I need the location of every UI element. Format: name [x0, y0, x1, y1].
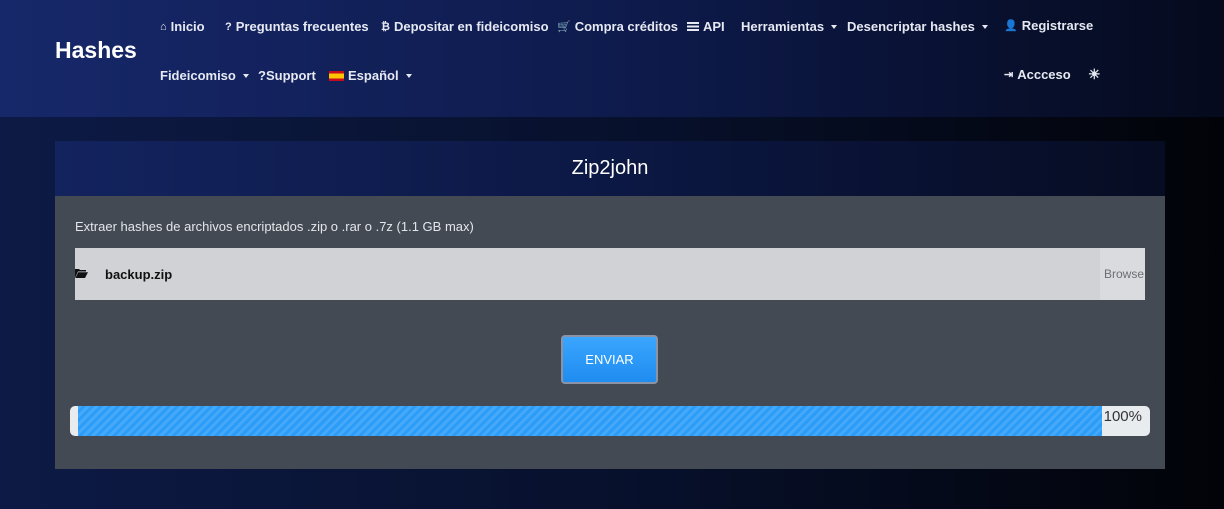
nav-escrow-deposit-label: Depositar en fideicomiso	[393, 19, 549, 34]
card-header: Zip2john	[55, 141, 1165, 196]
nav-login[interactable]: ⇥ Accceso	[1004, 67, 1071, 82]
nav-inicio[interactable]: ⌂ Inicio	[160, 19, 205, 34]
nav-decrypt-label: Desencriptar hashes	[847, 19, 975, 34]
submit-button[interactable]: ENVIAR	[561, 335, 658, 384]
nav-support-label: Support	[265, 68, 316, 83]
upload-progress: 100%	[70, 406, 1150, 436]
nav-escrow-dropdown[interactable]: Fideicomiso	[160, 68, 249, 83]
login-icon: ⇥	[1004, 69, 1014, 81]
list-icon	[687, 22, 699, 31]
nav-tools-label: Herramientas	[741, 19, 825, 34]
nav-register-label: Registrarse	[1021, 18, 1094, 33]
theme-toggle[interactable]: ☀	[1088, 66, 1101, 83]
nav-inicio-label: Inicio	[170, 19, 205, 34]
nav-escrow-label: Fideicomiso	[160, 68, 236, 83]
bitcoin-icon: ₿	[381, 20, 390, 33]
nav-escrow-deposit[interactable]: ₿ Depositar en fideicomiso	[381, 19, 549, 34]
nav-login-label: Accceso	[1017, 67, 1071, 82]
nav-api-label: API	[703, 19, 725, 34]
brand-logo[interactable]: Hashes	[55, 37, 137, 64]
sun-icon: ☀	[1088, 66, 1101, 82]
caret-down-icon	[242, 73, 249, 78]
home-icon: ⌂	[160, 20, 167, 33]
nav-tools-dropdown[interactable]: Herramientas	[741, 19, 838, 34]
folder-open-icon	[75, 269, 88, 278]
card-title: Zip2john	[571, 157, 649, 179]
nav-faq-label: Preguntas frecuentes	[235, 19, 369, 34]
file-input[interactable]: backup.zip Browse	[75, 248, 1145, 300]
cart-icon: 🛒	[557, 21, 571, 33]
top-navbar: Hashes ⌂ Inicio ? Preguntas frecuentes ₿…	[0, 0, 1224, 117]
zip2john-card: Zip2john Extraer hashes de archivos encr…	[55, 141, 1165, 469]
selected-file-name: backup.zip	[105, 266, 173, 282]
user-plus-icon: 👤	[1004, 20, 1018, 32]
spain-flag-icon	[329, 70, 344, 81]
question-icon: ?	[225, 20, 232, 33]
nav-language-label: Español	[348, 68, 399, 83]
nav-buy-credits[interactable]: 🛒 Compra créditos	[557, 19, 678, 34]
upload-progress-label: 100%	[1103, 408, 1142, 425]
nav-support[interactable]: ? Support	[258, 68, 316, 83]
caret-down-icon	[831, 24, 838, 29]
nav-register[interactable]: 👤 Registrarse	[1004, 18, 1093, 33]
question-icon: ?	[258, 68, 266, 83]
nav-language-dropdown[interactable]: Español	[329, 68, 412, 83]
nav-api[interactable]: API	[687, 19, 725, 34]
card-description: Extraer hashes de archivos encriptados .…	[75, 219, 474, 234]
nav-buy-credits-label: Compra créditos	[574, 19, 679, 34]
nav-decrypt-dropdown[interactable]: Desencriptar hashes	[847, 19, 988, 34]
upload-progress-fill	[78, 406, 1102, 436]
caret-down-icon	[981, 24, 988, 29]
caret-down-icon	[405, 73, 412, 78]
browse-button[interactable]: Browse	[1100, 248, 1145, 300]
nav-faq[interactable]: ? Preguntas frecuentes	[225, 19, 369, 34]
